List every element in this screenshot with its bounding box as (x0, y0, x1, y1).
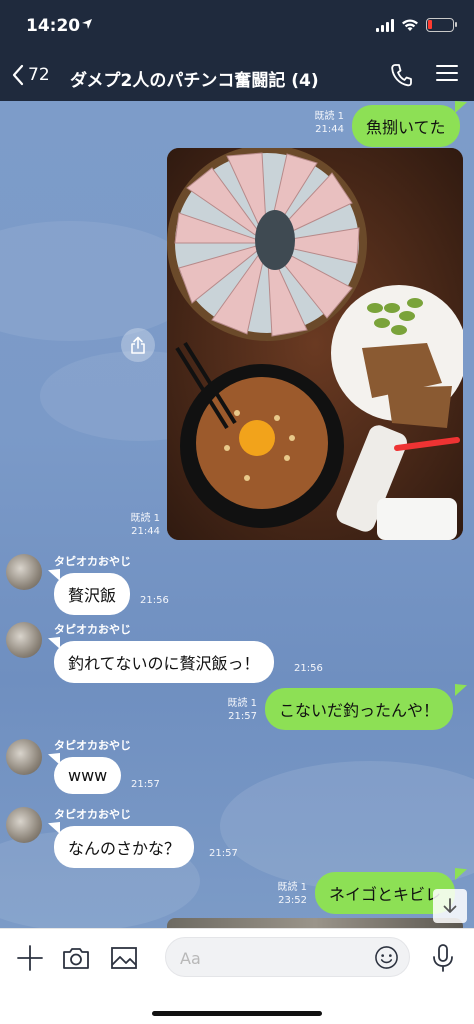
wifi-icon (402, 19, 418, 31)
read-receipt: 既読 1 (130, 513, 160, 524)
food-photo-image (167, 148, 463, 540)
scroll-to-bottom-button[interactable] (433, 889, 467, 923)
chat-title: ダメプ2人のパチンコ奮闘記 (4) (70, 71, 319, 91)
message-bubble-incoming[interactable]: なんのさかな？ (54, 826, 195, 868)
avatar[interactable] (6, 807, 42, 843)
message-meta: 既読 1 21:44 (116, 512, 160, 538)
message-text: 贅沢飯 (68, 586, 117, 605)
read-receipt: 既読 1 (277, 882, 307, 893)
nav-bar: 72 ダメプ2人のパチンコ奮闘記 (4) (0, 54, 474, 101)
microphone-icon[interactable] (428, 943, 458, 973)
phone-icon[interactable] (390, 63, 412, 87)
status-bar: 14:20 (0, 0, 474, 54)
status-icons (376, 18, 457, 32)
message-text: こないだ釣ったんや！ (279, 701, 440, 720)
back-count: 72 (28, 65, 50, 85)
avatar[interactable] (6, 554, 42, 590)
sender-name: タピオカおやじ (54, 555, 131, 568)
arrow-down-icon (443, 898, 457, 913)
location-arrow-icon (82, 19, 92, 29)
home-indicator (152, 1011, 322, 1016)
message-bubble-incoming[interactable]: 贅沢飯 (54, 573, 131, 615)
photo-message[interactable] (167, 148, 463, 540)
message-time: 21:56 (140, 595, 169, 606)
message-time: 21:57 (131, 779, 160, 790)
avatar[interactable] (6, 739, 42, 775)
message-bubble-outgoing[interactable]: こないだ釣ったんや！ (265, 688, 454, 730)
message-bubble-incoming[interactable]: 釣れてないのに贅沢飯っ！ (54, 641, 274, 683)
message-text: なんのさかな？ (68, 839, 181, 858)
message-meta: 既読 1 21:57 (213, 697, 257, 723)
message-time: 23:52 (278, 895, 307, 906)
battery-icon (426, 18, 457, 32)
sender-name: タピオカおやじ (54, 808, 131, 821)
image-icon[interactable] (109, 943, 139, 973)
input-bar (0, 928, 474, 1024)
cellular-signal-icon (376, 18, 394, 32)
plus-icon[interactable] (15, 943, 45, 973)
message-meta: 既読 1 21:44 (300, 110, 344, 136)
sender-name: タピオカおやじ (54, 739, 131, 752)
message-time: 21:57 (209, 848, 238, 859)
share-icon (131, 336, 145, 354)
camera-icon[interactable] (61, 943, 91, 973)
message-text: 釣れてないのに贅沢飯っ！ (68, 654, 260, 673)
message-text: ネイゴとキビレ (329, 885, 442, 904)
chevron-left-icon (12, 64, 24, 86)
message-time: 21:56 (294, 663, 323, 674)
message-input-container (165, 937, 410, 977)
message-bubble-incoming[interactable]: www (54, 757, 122, 794)
emoji-icon[interactable] (374, 945, 399, 970)
message-input[interactable] (180, 946, 370, 970)
message-bubble-outgoing[interactable]: 魚捌いてた (352, 105, 460, 147)
share-button[interactable] (121, 328, 155, 362)
message-time: 21:44 (131, 526, 160, 537)
message-meta: 既読 1 23:52 (263, 881, 307, 907)
status-time: 14:20 (26, 16, 81, 36)
chat-area[interactable]: 既読 1 21:44 魚捌いてた 既読 1 21:44 タピオカおやじ 贅沢飯 … (0, 101, 474, 928)
message-time: 21:44 (315, 124, 344, 135)
message-text: www (68, 766, 108, 785)
sender-name: タピオカおやじ (54, 623, 131, 636)
menu-icon[interactable] (436, 63, 458, 83)
photo-message-partial[interactable] (167, 918, 463, 928)
message-text: 魚捌いてた (366, 118, 446, 137)
message-time: 21:57 (228, 711, 257, 722)
back-button[interactable]: 72 (12, 64, 50, 86)
read-receipt: 既読 1 (227, 698, 257, 709)
read-receipt: 既読 1 (314, 111, 344, 122)
avatar[interactable] (6, 622, 42, 658)
header: 14:20 72 ダメプ2人のパチンコ奮闘記 (4) (0, 0, 474, 101)
